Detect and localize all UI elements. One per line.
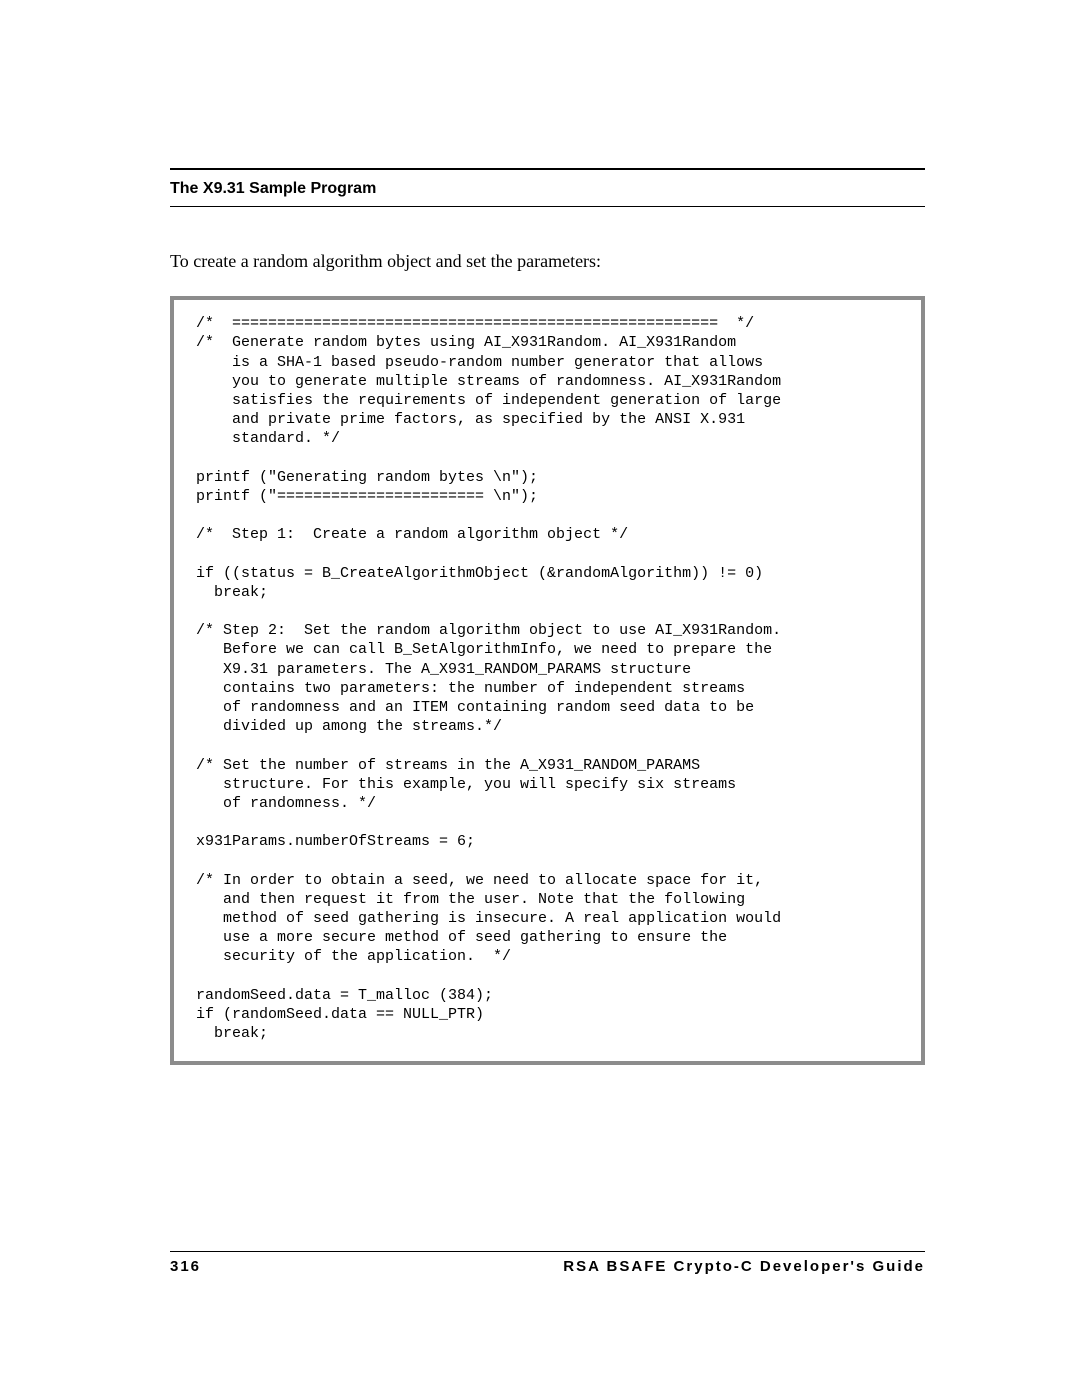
page-footer: 316 RSA BSAFE Crypto-C Developer's Guide [170,1251,925,1275]
book-title: RSA BSAFE Crypto-C Developer's Guide [563,1258,925,1275]
header-rule-thick [170,168,925,170]
section-title: The X9.31 Sample Program [170,180,925,198]
header-rule-thin [170,206,925,207]
footer-rule [170,1251,925,1252]
page-number: 316 [170,1258,201,1275]
intro-text: To create a random algorithm object and … [170,249,925,274]
code-listing: /* =====================================… [170,296,925,1065]
footer-row: 316 RSA BSAFE Crypto-C Developer's Guide [170,1258,925,1275]
page: The X9.31 Sample Program To create a ran… [0,0,1080,1397]
